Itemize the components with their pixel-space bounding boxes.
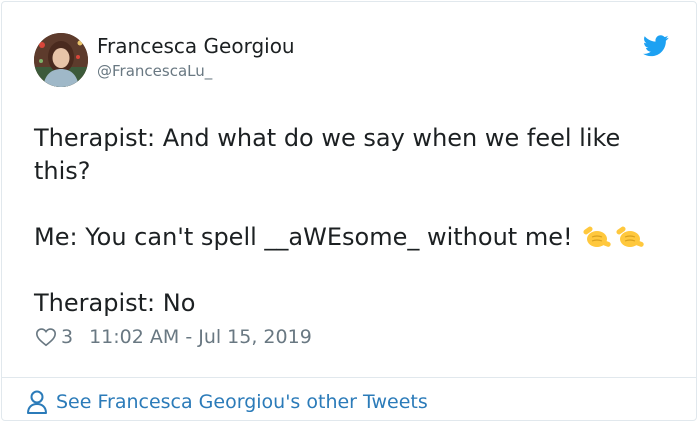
tweet-card: Francesca Georgiou @FrancescaLu_ Therapi… [1, 1, 697, 421]
like-count[interactable]: 3 [61, 326, 73, 348]
like-button[interactable]: 3 [35, 326, 73, 348]
see-other-tweets-link[interactable]: See Francesca Georgiou's other Tweets [26, 387, 428, 417]
twitter-bird-icon[interactable] [643, 35, 669, 57]
tweet-line-2-text: Me: You can't spell __aWEsome_ without m… [34, 223, 573, 251]
tweet-text: Therapist: And what do we say when we fe… [34, 122, 674, 320]
tweet-timestamp[interactable]: 11:02 AM - Jul 15, 2019 [89, 326, 312, 348]
tweet-line-1: Therapist: And what do we say when we fe… [34, 124, 621, 185]
call-me-hand-emoji-icon [613, 221, 646, 251]
author-display-name[interactable]: Francesca Georgiou [97, 34, 295, 58]
call-me-hand-emoji-icon [580, 221, 613, 251]
avatar[interactable] [34, 33, 88, 87]
heart-icon[interactable] [35, 326, 57, 348]
person-icon [27, 390, 47, 414]
tweet-meta: 3 11:02 AM - Jul 15, 2019 [35, 325, 312, 349]
author-handle[interactable]: @FrancescaLu_ [97, 62, 212, 80]
tweet-line-2: Me: You can't spell __aWEsome_ without m… [34, 221, 674, 254]
see-other-tweets-label[interactable]: See Francesca Georgiou's other Tweets [56, 391, 428, 413]
footer-divider [2, 377, 696, 378]
tweet-line-3: Therapist: No [34, 289, 196, 317]
